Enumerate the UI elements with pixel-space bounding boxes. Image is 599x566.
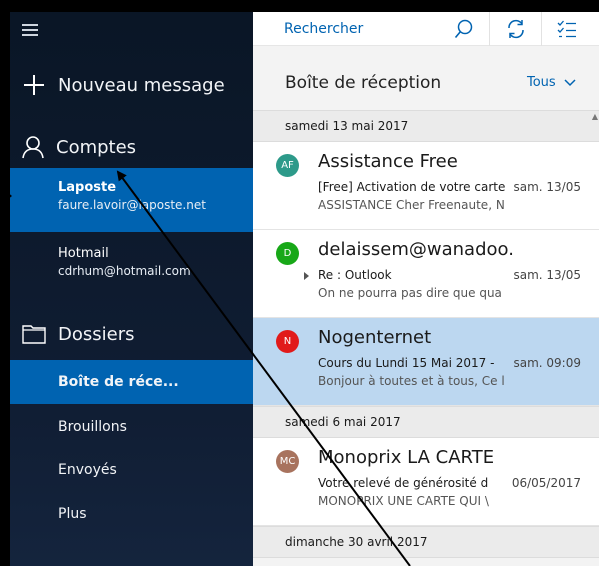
folders-button[interactable]: Dossiers — [10, 317, 253, 351]
filter-label: Tous — [527, 75, 556, 90]
message-item[interactable]: D delaissem@wanadoo. Re : Outlook sam. 1… — [253, 230, 599, 318]
message-preview: MONOPRIX UNE CARTE QUI \ — [318, 494, 489, 508]
plus-icon — [23, 74, 45, 96]
date-header: samedi 13 mai 2017 — [253, 110, 599, 142]
account-email: cdrhum@hotmail.com — [58, 264, 191, 278]
account-email: faure.lavoir@laposte.net — [58, 198, 206, 212]
toolbar-divider — [541, 12, 542, 46]
account-name: Laposte — [58, 180, 117, 195]
message-date: sam. 13/05 — [513, 268, 581, 282]
message-subject: Votre relevé de générosité d — [318, 476, 489, 490]
folder-item-more[interactable]: Plus — [10, 492, 253, 536]
message-subject: Cours du Lundi 15 Mai 2017 - — [318, 356, 495, 370]
filter-dropdown[interactable]: Tous — [527, 75, 576, 90]
expand-thread-icon[interactable] — [304, 272, 309, 280]
hamburger-icon[interactable] — [22, 24, 38, 36]
message-sender: Assistance Free — [318, 151, 458, 172]
account-item-hotmail[interactable]: Hotmail cdrhum@hotmail.com — [10, 234, 253, 298]
message-item[interactable]: AF Assistance Free [Free] Activation de … — [253, 142, 599, 230]
message-list: samedi 13 mai 2017 AF Assistance Free [F… — [253, 110, 599, 558]
inbox-header: Boîte de réception Tous — [253, 46, 599, 110]
search-input[interactable] — [284, 18, 444, 40]
message-preview: ASSISTANCE Cher Freenaute, N — [318, 198, 505, 212]
folder-icon — [22, 325, 46, 344]
folder-item-sent[interactable]: Envoyés — [10, 448, 253, 492]
page-title: Boîte de réception — [285, 73, 442, 93]
toolbar-divider — [489, 12, 490, 46]
accounts-label: Comptes — [56, 136, 137, 158]
message-preview: Bonjour à toutes et à tous, Ce l — [318, 374, 505, 388]
chevron-down-icon — [564, 78, 576, 86]
message-item[interactable]: MC Monoprix LA CARTE Votre relevé de gén… — [253, 438, 599, 526]
date-header: dimanche 30 avril 2017 — [253, 526, 599, 558]
message-sender: Monoprix LA CARTE — [318, 447, 495, 468]
message-item-selected[interactable]: N Nogenternet Cours du Lundi 15 Mai 2017… — [253, 318, 599, 406]
message-sender: Nogenternet — [318, 327, 432, 348]
message-sender: delaissem@wanadoo. — [318, 239, 514, 260]
avatar: N — [276, 330, 299, 353]
account-name: Hotmail — [58, 246, 109, 261]
sync-icon[interactable] — [505, 18, 527, 40]
search-icon[interactable] — [453, 18, 475, 40]
message-date: 06/05/2017 — [511, 476, 581, 490]
toolbar — [253, 12, 599, 46]
message-preview: On ne pourra pas dire que qua — [318, 286, 502, 300]
message-list-pane: Boîte de réception Tous samedi 13 mai 20… — [253, 12, 599, 566]
message-date: sam. 09:09 — [513, 356, 581, 370]
message-subject: [Free] Activation de votre carte — [318, 180, 506, 194]
message-date: sam. 13/05 — [513, 180, 581, 194]
avatar: MC — [276, 450, 299, 473]
folder-item-drafts[interactable]: Brouillons — [10, 405, 253, 449]
date-header: samedi 6 mai 2017 — [253, 406, 599, 438]
message-subject: Re : Outlook — [318, 268, 392, 282]
new-message-button[interactable]: Nouveau message — [10, 68, 253, 102]
new-message-label: Nouveau message — [58, 74, 225, 96]
folder-item-inbox[interactable]: Boîte de réce... — [10, 360, 253, 404]
accounts-button[interactable]: Comptes — [10, 130, 253, 164]
scroll-up-icon[interactable]: ▲ — [592, 112, 598, 121]
avatar: D — [276, 242, 299, 265]
account-item-laposte[interactable]: Laposte faure.lavoir@laposte.net — [10, 168, 253, 232]
sidebar: Nouveau message Comptes Laposte faure.la… — [10, 12, 253, 566]
person-icon — [22, 136, 44, 159]
folders-label: Dossiers — [58, 323, 135, 345]
select-mode-icon[interactable] — [556, 18, 578, 40]
avatar: AF — [276, 154, 299, 177]
